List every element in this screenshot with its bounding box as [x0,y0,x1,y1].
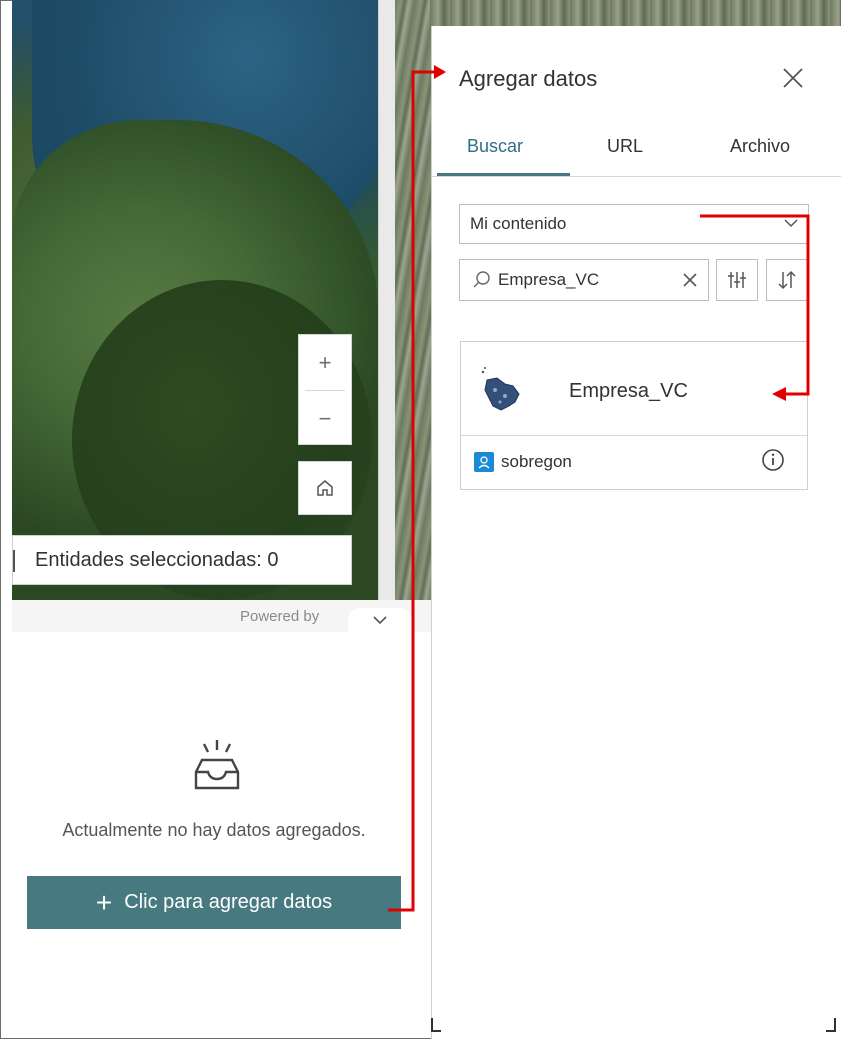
selection-count-box: Entidades seleccionadas: 0 [12,535,352,585]
sort-button[interactable] [766,259,808,301]
search-input[interactable]: Empresa_VC [459,259,709,301]
user-icon [474,452,494,472]
filter-button[interactable] [716,259,758,301]
tab-buscar[interactable]: Buscar [467,136,523,174]
sort-icon [778,270,796,290]
collapse-toggle[interactable] [348,608,412,632]
tab-archivo[interactable]: Archivo [730,136,790,174]
close-icon [783,68,803,88]
selection-count-label: Entidades seleccionadas: 0 [35,548,279,571]
clear-search-button[interactable] [682,268,698,294]
result-card[interactable]: Empresa_VC sobregon [460,341,808,490]
attribution-text: Powered by [240,608,320,625]
add-data-button[interactable]: + Clic para agregar datos [27,876,401,929]
home-icon [317,480,333,496]
add-data-button-label: Clic para agregar datos [124,891,333,913]
panel-tabs: Buscar URL Archivo [432,136,841,177]
close-icon [683,273,697,287]
close-button[interactable] [777,64,809,96]
content-source-select[interactable]: Mi contenido [459,204,809,244]
panel-title: Agregar datos [459,66,598,91]
plus-icon: + [95,886,113,918]
panel-corner-right [826,1018,836,1032]
home-button[interactable] [298,461,352,515]
active-tab-indicator [437,173,570,176]
search-value: Empresa_VC [498,270,600,289]
tab-url[interactable]: URL [607,136,643,174]
info-icon[interactable] [761,448,785,472]
search-icon [473,271,490,288]
empty-state-message: Actualmente no hay datos agregados. [62,820,366,840]
result-title: Empresa_VC [569,380,688,402]
result-owner: sobregon [501,452,572,471]
zoom-control: + − [298,334,352,445]
selection-edge [13,550,23,572]
card-divider [461,435,807,436]
content-source-value: Mi contenido [470,214,567,233]
sliders-icon [728,272,746,288]
inbox-icon [194,740,240,790]
chevron-down-icon [784,215,798,231]
add-data-panel: Agregar datos Buscar URL Archivo Mi cont… [431,26,841,1039]
panel-corner-left [431,1018,441,1032]
secondary-map-strip [395,0,433,600]
zoom-out-button[interactable]: − [299,391,351,446]
zoom-in-button[interactable]: + [299,335,351,390]
secondary-map-top-strip [430,0,840,26]
layer-thumbnail-icon [481,367,520,411]
map-attribution-bar: Powered by [12,600,432,632]
chevron-down-icon [373,616,387,625]
